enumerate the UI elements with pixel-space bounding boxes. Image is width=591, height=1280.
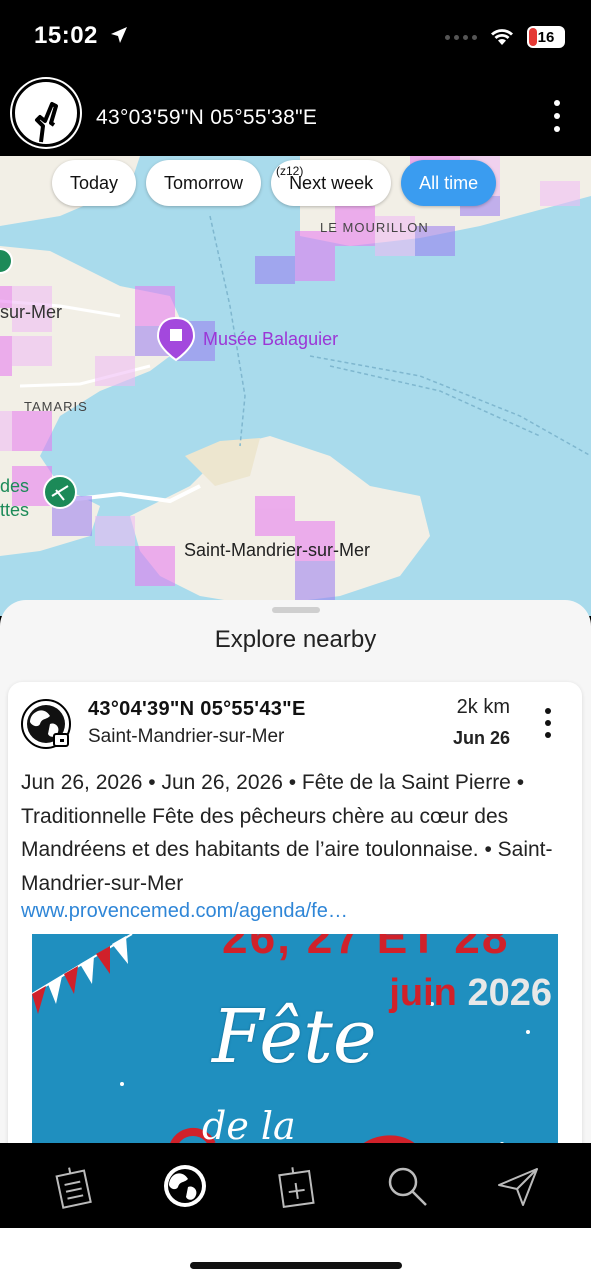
search-icon	[388, 1167, 427, 1206]
event-link[interactable]: www.provencemed.com/agenda/fe…	[21, 900, 348, 923]
map-label-saint-mandrier: Saint-Mandrier-sur-Mer	[184, 540, 371, 560]
event-description: Jun 26, 2026 • Jun 26, 2026 • Fête de la…	[21, 771, 553, 895]
hand-pointer-icon	[35, 102, 58, 143]
clock-label: 15:02	[34, 22, 98, 49]
tab-search[interactable]	[377, 1156, 437, 1216]
home-indicator-area	[0, 1228, 591, 1280]
map-label-ttes: ttes	[0, 500, 30, 520]
event-coordinates: 43°04'39"N 05°55'43"E	[88, 698, 306, 720]
card-more-options-icon[interactable]	[544, 708, 552, 738]
send-icon	[497, 1167, 538, 1206]
battery-level: 16	[537, 28, 555, 46]
status-bar: 15:02 16	[0, 0, 591, 76]
tab-add[interactable]	[266, 1156, 326, 1216]
clipboard-list-icon	[54, 1166, 92, 1209]
tab-explore[interactable]	[155, 1156, 215, 1216]
map-view[interactable]: Today Tomorrow Next week All time (z12) …	[0, 156, 591, 616]
sheet-title: Explore nearby	[214, 626, 377, 653]
battery-icon: 16	[527, 26, 565, 48]
globe-avatar-icon	[21, 699, 71, 749]
map-label-tamaris: TAMARIS	[24, 399, 88, 414]
filter-chip-all-time[interactable]: All time	[401, 160, 497, 206]
globe-icon	[163, 1164, 206, 1207]
map-label-le-mourillon: LE MOURILLON	[320, 220, 429, 235]
event-poster-image[interactable]: 26, 27 ET 28 juin 2026 Fête de la	[32, 934, 558, 1160]
park-pin-icon	[43, 475, 77, 509]
status-time: 15:02	[34, 22, 129, 50]
clipboard-add-icon	[277, 1166, 315, 1208]
poster-month-year: juin 2026	[389, 972, 552, 1015]
map-label-des: des	[0, 476, 30, 496]
tab-send[interactable]	[488, 1156, 548, 1216]
filter-chip-tomorrow[interactable]: Tomorrow	[146, 160, 262, 206]
poi-label-musee-balaguier[interactable]: Musée Balaguier	[203, 329, 338, 350]
event-card[interactable]: 43°04'39"N 05°55'43"E Saint-Mandrier-sur…	[8, 682, 582, 1160]
current-coordinates[interactable]: 43°03'59"N 05°55'38"E	[96, 106, 317, 130]
location-arrow-icon	[111, 27, 128, 43]
tab-feed[interactable]	[44, 1156, 104, 1216]
zoom-level-label: (z12)	[276, 164, 304, 178]
event-distance: 2k km	[456, 696, 510, 718]
poster-year: 2026	[467, 972, 552, 1014]
poster-subtitle: de la	[202, 1104, 296, 1148]
sheet-grabber[interactable]	[272, 607, 320, 613]
wifi-icon	[491, 29, 513, 45]
more-options-icon[interactable]	[549, 100, 565, 132]
map-label-sur-mer: sur-Mer	[0, 302, 62, 322]
filter-chip-today[interactable]: Today	[52, 160, 137, 206]
app-logo[interactable]	[12, 79, 80, 147]
app-header: 43°03'59"N 05°55'38"E	[0, 76, 591, 156]
poster-dates: 26, 27 ET 28	[222, 934, 510, 963]
cellular-signal-icon	[445, 34, 477, 40]
tab-bar	[0, 1143, 591, 1228]
poster-title: Fête	[212, 994, 377, 1080]
event-place: Saint-Mandrier-sur-Mer	[88, 726, 285, 747]
explore-sheet: Explore nearby 43°04'39"N 05°55'43"E Sai…	[0, 600, 591, 1160]
home-indicator[interactable]	[190, 1262, 402, 1269]
event-date: Jun 26	[452, 728, 510, 748]
poster-month: juin	[389, 972, 457, 1014]
time-filter-chips: Today Tomorrow Next week All time	[52, 160, 497, 206]
status-indicators: 16	[445, 26, 565, 48]
